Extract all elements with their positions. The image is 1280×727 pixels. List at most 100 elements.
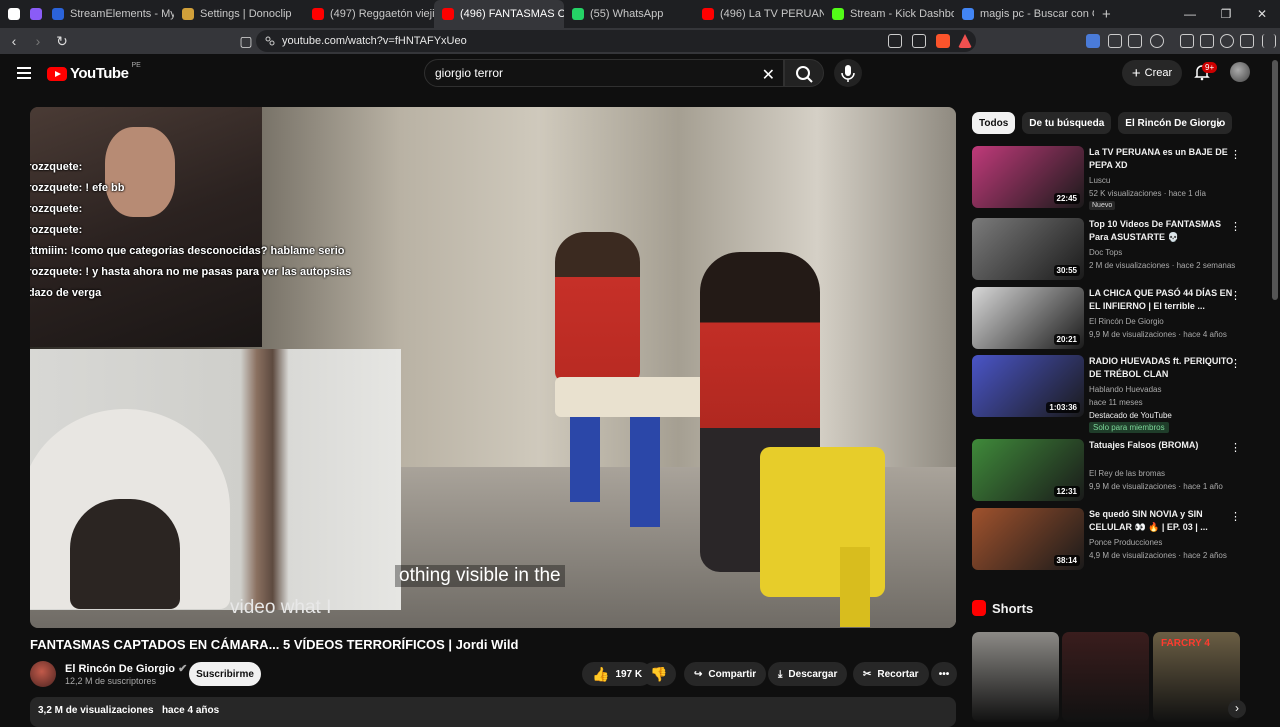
reload-icon[interactable]: ↻ xyxy=(52,33,72,50)
video-thumbnail[interactable]: 1:03:36 xyxy=(972,355,1084,417)
new-tab-icon[interactable]: + xyxy=(1094,0,1119,28)
clear-search-icon[interactable]: ✕ xyxy=(762,65,775,85)
filter-chip[interactable]: De tu búsqueda xyxy=(1022,112,1112,134)
browser-tab[interactable]: Settings | Donoclip xyxy=(174,0,304,28)
tab-favicon-icon xyxy=(442,8,454,20)
translate-icon[interactable] xyxy=(1086,34,1100,48)
screenshot-icon[interactable] xyxy=(1128,34,1142,48)
shorts-next-icon[interactable]: › xyxy=(1228,700,1246,718)
download-button[interactable]: ⤓ Descargar xyxy=(768,662,848,686)
recommended-video[interactable]: 22:45 La TV PERUANA es un BAJE DE PEPA XD… xyxy=(972,146,1242,210)
share-icon[interactable] xyxy=(912,34,926,48)
youtube-play-icon xyxy=(47,66,67,81)
sidebar-icon[interactable] xyxy=(1180,34,1194,48)
browser-tab[interactable]: (496) La TV PERUANA es un BAJE xyxy=(694,0,824,28)
browser-tab[interactable]: Stream - Kick Dashboard xyxy=(824,0,954,28)
video-duration: 1:03:36 xyxy=(1046,402,1080,413)
description-box[interactable]: 3,2 M de visualizaciones hace 4 años xyxy=(30,697,956,727)
clip-button[interactable]: ✂ Recortar xyxy=(853,662,929,686)
extension-icon[interactable] xyxy=(1108,34,1122,48)
short-thumbnail[interactable]: FARCRY 4 xyxy=(1153,632,1240,722)
microphone-icon xyxy=(841,65,855,82)
video-thumbnail[interactable]: 12:31 xyxy=(972,439,1084,501)
video-thumbnail[interactable]: 20:21 xyxy=(972,287,1084,349)
short-thumbnail[interactable] xyxy=(1062,632,1149,722)
forward-icon[interactable]: › xyxy=(28,33,48,49)
video-thumbnail[interactable]: 30:55 xyxy=(972,218,1084,280)
channel-name[interactable]: Luscu xyxy=(1089,176,1110,185)
channel-name[interactable]: El Rey de las bromas xyxy=(1089,469,1165,478)
menu-icon[interactable] xyxy=(17,67,31,79)
channel-name[interactable]: Doc Tops xyxy=(1089,248,1122,257)
video-title[interactable]: Se quedó SIN NOVIA y SIN CELULAR 👀 🔥 | E… xyxy=(1089,508,1239,534)
tab-label: magis pc - Buscar con Google xyxy=(980,8,1094,20)
wallet-icon[interactable] xyxy=(1200,34,1214,48)
channel-name[interactable]: El Rincón De Giorgio ✔ xyxy=(65,662,187,675)
account-avatar[interactable] xyxy=(1230,62,1250,82)
video-thumbnail[interactable]: 38:14 xyxy=(972,508,1084,570)
more-vertical-icon[interactable]: ⋮ xyxy=(1230,220,1241,233)
filter-chip[interactable]: Todos xyxy=(972,112,1016,134)
bookmark-icon[interactable]: ▢ xyxy=(236,33,256,50)
channel-name[interactable]: Ponce Producciones xyxy=(1089,538,1162,547)
recommended-video[interactable]: 30:55 Top 10 Videos De FANTASMAS Para ASU… xyxy=(972,218,1242,280)
subscribe-button[interactable]: Suscribirme xyxy=(189,662,261,686)
back-icon[interactable]: ‹ xyxy=(4,33,24,49)
more-vertical-icon[interactable]: ⋮ xyxy=(1230,148,1241,161)
recommended-video[interactable]: 38:14 Se quedó SIN NOVIA y SIN CELULAR 👀 … xyxy=(972,508,1242,570)
browser-menu-icon[interactable] xyxy=(1262,34,1276,48)
recommended-video[interactable]: 20:21 LA CHICA QUE PASÓ 44 DÍAS EN EL INF… xyxy=(972,287,1242,349)
more-actions-button[interactable]: ••• xyxy=(931,662,957,686)
voice-search-button[interactable] xyxy=(834,59,862,87)
browser-tab[interactable]: magis pc - Buscar con Google xyxy=(954,0,1094,28)
cast-icon[interactable] xyxy=(888,34,902,48)
browser-tab[interactable]: StreamElements - My dashboard xyxy=(44,0,174,28)
chat-username: rozzquete: xyxy=(30,266,83,278)
video-thumbnail[interactable]: 22:45 xyxy=(972,146,1084,208)
video-title[interactable]: RADIO HUEVADAS ft. PERIQUITO DE TRÉBOL C… xyxy=(1089,355,1239,381)
video-title[interactable]: La TV PERUANA es un BAJE DE PEPA XD xyxy=(1089,146,1239,172)
search-button[interactable] xyxy=(784,59,824,87)
video-title[interactable]: Top 10 Videos De FANTASMAS Para ASUSTART… xyxy=(1089,218,1239,244)
tab-label: (55) WhatsApp xyxy=(590,8,664,20)
browser-tab[interactable] xyxy=(22,0,44,28)
more-vertical-icon[interactable]: ⋮ xyxy=(1230,289,1241,302)
leo-ai-icon[interactable] xyxy=(1220,34,1234,48)
recommended-video[interactable]: 1:03:36 RADIO HUEVADAS ft. PERIQUITO DE T… xyxy=(972,355,1242,433)
recommended-video[interactable]: 12:31 Tatuajes Falsos (BROMA) El Rey de la… xyxy=(972,439,1242,501)
browser-tab[interactable] xyxy=(0,0,22,28)
more-vertical-icon[interactable]: ⋮ xyxy=(1230,357,1241,370)
more-vertical-icon[interactable]: ⋮ xyxy=(1230,510,1241,523)
filter-chip[interactable]: El Rincón De Giorgio xyxy=(1118,112,1233,134)
restore-icon[interactable]: ❐ xyxy=(1208,0,1244,28)
url-field[interactable]: youtube.com/watch?v=fHNTAFYxUeo xyxy=(256,30,976,52)
video-title[interactable]: LA CHICA QUE PASÓ 44 DÍAS EN EL INFIERNO… xyxy=(1089,287,1239,313)
channel-name[interactable]: El Rincón De Giorgio xyxy=(1089,317,1164,326)
address-bar: ‹ › ↻ ▢ youtube.com/watch?v=fHNTAFYxUeo xyxy=(0,28,1280,54)
brave-shield-icon[interactable] xyxy=(936,34,950,48)
search-input[interactable]: giorgio terror ✕ xyxy=(424,59,784,87)
subtitle-line-2: video what I xyxy=(230,597,332,618)
close-window-icon[interactable]: ✕ xyxy=(1244,0,1280,28)
channel-avatar[interactable] xyxy=(30,661,56,687)
browser-tab[interactable]: (497) Reggaetón viejito (para xyxy=(304,0,434,28)
dislike-button[interactable]: 👎 xyxy=(642,662,676,686)
browser-tab[interactable]: (55) WhatsApp xyxy=(564,0,694,28)
channel-name[interactable]: Hablando Huevadas xyxy=(1089,385,1162,394)
youtube-logo[interactable]: YouTube PE xyxy=(47,62,141,82)
shorts-label: Shorts xyxy=(992,600,1034,616)
site-info-icon[interactable] xyxy=(264,35,276,47)
music-icon[interactable] xyxy=(1160,34,1174,48)
minimize-icon[interactable]: — xyxy=(1172,0,1208,28)
create-button[interactable]: + Crear xyxy=(1122,60,1182,86)
chevron-right-icon[interactable]: › xyxy=(1217,116,1221,131)
short-thumbnail[interactable] xyxy=(972,632,1059,722)
video-player[interactable]: ✈ rozzquete: ✈ rozzquete: ! efe bb✈ rozz… xyxy=(30,107,956,628)
vpn-icon[interactable] xyxy=(1240,34,1254,48)
share-button[interactable]: ↪ Compartir xyxy=(684,662,767,686)
video-meta: 4,9 M de visualizaciones · hace 2 años xyxy=(1089,551,1227,560)
video-title[interactable]: Tatuajes Falsos (BROMA) xyxy=(1089,439,1239,452)
more-vertical-icon[interactable]: ⋮ xyxy=(1230,441,1241,454)
page-scrollbar[interactable] xyxy=(1272,60,1278,300)
browser-tab[interactable]: (496) FANTASMAS CAPTAD✕ xyxy=(434,0,564,28)
